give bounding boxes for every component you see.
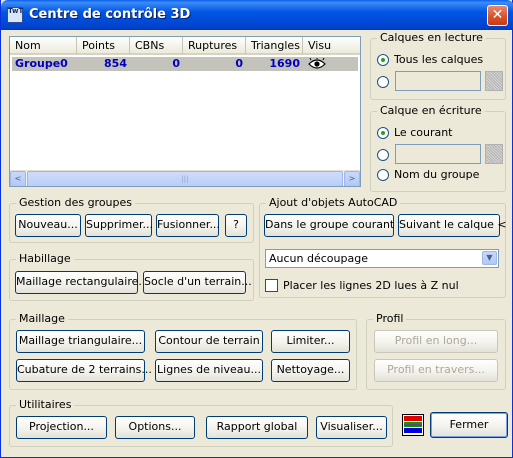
utilities-group: Utilitaires Projection... Options... Rap… [9,398,393,447]
scroll-right-button[interactable]: > [344,171,360,186]
global-report-button[interactable]: Rapport global [206,416,308,439]
chevron-down-icon[interactable]: ▼ [482,251,497,265]
current-layer-label: Le courant [394,126,453,139]
close-button[interactable]: Fermer [430,412,508,438]
autocad-import-group: Ajout d'objets AutoCAD Dans le groupe co… [259,196,507,298]
current-group-button[interactable]: Dans le groupe courant < [264,214,407,237]
cubature-button[interactable]: Cubature de 2 terrains... [16,359,152,382]
maillage-legend: Maillage [16,312,68,325]
write-layer-picker [485,144,503,164]
scroll-thumb[interactable]: ||| [27,171,343,186]
column-header-visu[interactable]: Visu [303,37,360,55]
color-palette-icon[interactable] [402,414,424,436]
habillage-group: Habillage Maillage rectangulaire... Socl… [9,252,254,301]
column-header-nom[interactable]: Nom [10,37,77,55]
projection-button[interactable]: Projection... [16,416,107,439]
read-layer-field [395,71,481,91]
limit-button[interactable]: Limiter... [271,330,350,353]
column-header-ruptures[interactable]: Ruptures [183,37,246,55]
groups-list[interactable]: Nom Points CBNs Ruptures Triangles Visu … [9,36,361,187]
lines-2d-label: Placer les lignes 2D lues à Z nul [283,279,459,292]
radio-specific-layer[interactable] [377,76,389,88]
read-layers-legend: Calques en lecture [377,31,486,44]
column-header-points[interactable]: Points [77,37,130,55]
cell-triangles: 1690 [269,57,300,70]
table-row[interactable]: Groupe0 854 0 0 1690 [12,57,358,71]
tri-mesh-button[interactable]: Maillage triangulaire... [16,330,145,353]
lines-2d-checkbox[interactable] [265,279,278,292]
cell-points: 854 [104,57,127,70]
scroll-left-button[interactable]: < [10,171,26,186]
all-layers-label: Tous les calques [394,53,484,66]
read-layers-group: Calques en lecture Tous les calques [370,31,506,100]
terrain-base-button[interactable]: Socle d'un terrain... [143,271,252,294]
radio-current-layer[interactable] [377,127,389,139]
utilities-legend: Utilitaires [16,398,75,411]
eye-icon[interactable] [308,57,326,72]
app-icon: TwT [7,7,23,23]
terrain-contour-button[interactable]: Contour de terrain [155,330,263,353]
window-title: Centre de contrôle 3D [29,7,191,22]
profil-legend: Profil [373,312,407,325]
visualize-button[interactable]: Visualiser... [316,416,387,439]
radio-all-layers[interactable] [377,54,389,66]
by-layer-button[interactable]: Suivant le calque < [398,214,507,237]
list-header: Nom Points CBNs Ruptures Triangles Visu [10,37,360,55]
group-management-group: Gestion des groupes Nouveau... Supprimer… [9,196,254,243]
level-lines-button[interactable]: Lignes de niveau... [155,359,263,382]
write-layer-legend: Calque en écriture [377,104,485,117]
decoupage-select[interactable]: Aucun découpage ▼ [265,249,499,268]
title-bar[interactable]: TwT Centre de contrôle 3D ✕ [1,0,513,30]
habillage-legend: Habillage [16,252,74,265]
write-layer-group: Calque en écriture Le courant Nom du gro… [370,104,506,192]
write-layer-field [395,144,481,164]
help-button[interactable]: ? [225,214,247,237]
radio-specific-write-layer[interactable] [377,149,389,161]
group-name-label: Nom du groupe [394,168,480,181]
column-header-cbns[interactable]: CBNs [130,37,183,55]
decoupage-value: Aucun découpage [269,252,368,265]
cell-cbns: 0 [172,57,180,70]
options-button[interactable]: Options... [115,416,195,439]
cross-profile-button[interactable]: Profil en travers... [374,359,498,382]
control-center-window: TwT Centre de contrôle 3D ✕ Nom Points C… [0,0,513,458]
column-header-triangles[interactable]: Triangles [246,37,303,55]
maillage-group: Maillage Maillage triangulaire... Contou… [9,312,357,390]
delete-group-button[interactable]: Supprimer... [85,214,153,237]
cell-ruptures: 0 [235,57,243,70]
new-group-button[interactable]: Nouveau... [15,214,81,237]
close-window-button[interactable]: ✕ [487,5,508,26]
cleanup-button[interactable]: Nettoyage... [271,359,350,382]
horizontal-scrollbar[interactable]: < ||| > [10,170,360,186]
rect-mesh-button[interactable]: Maillage rectangulaire... [15,271,149,294]
group-management-legend: Gestion des groupes [16,196,136,209]
long-profile-button[interactable]: Profil en long... [374,330,498,353]
cell-nom: Groupe0 [15,57,68,70]
merge-groups-button[interactable]: Fusionner... [156,214,220,237]
autocad-import-legend: Ajout d'objets AutoCAD [266,196,401,209]
read-layer-picker [485,71,503,91]
profil-group: Profil Profil en long... Profil en trave… [366,312,506,390]
radio-group-name[interactable] [377,169,389,181]
